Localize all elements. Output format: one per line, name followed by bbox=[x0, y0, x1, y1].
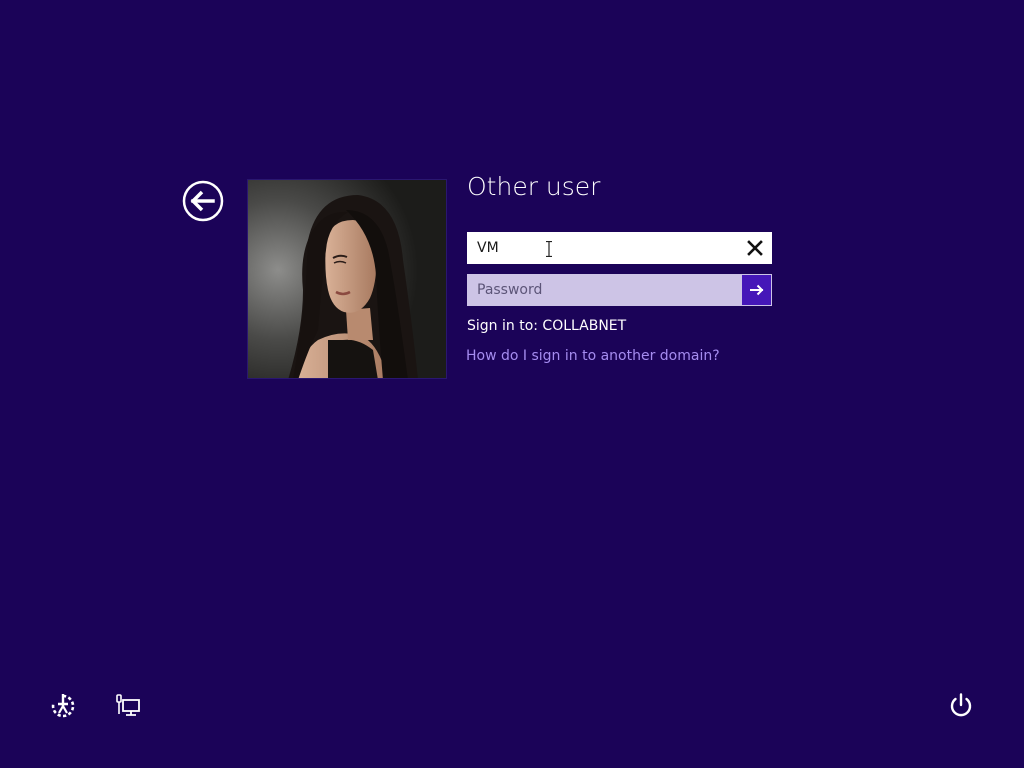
user-avatar bbox=[247, 179, 447, 379]
user-photo bbox=[248, 180, 446, 378]
ease-of-access-button[interactable] bbox=[49, 692, 77, 720]
network-icon bbox=[116, 694, 140, 716]
submit-button[interactable] bbox=[741, 275, 771, 305]
lock-screen: Other user VM Password Sign in to: COLLA… bbox=[0, 0, 1024, 768]
network-button[interactable] bbox=[114, 692, 142, 720]
password-field[interactable]: Password bbox=[467, 274, 772, 306]
domain-help-link[interactable]: How do I sign in to another domain? bbox=[466, 348, 720, 364]
clear-username-button[interactable] bbox=[739, 233, 771, 263]
password-input[interactable]: Password bbox=[477, 275, 542, 305]
back-arrow-icon bbox=[182, 180, 224, 222]
arrow-right-icon bbox=[750, 284, 764, 296]
username-field[interactable]: VM bbox=[467, 232, 772, 264]
power-icon bbox=[950, 693, 972, 717]
username-input[interactable]: VM bbox=[477, 233, 499, 263]
i-beam-cursor-icon bbox=[546, 241, 552, 257]
sign-in-domain-text: Sign in to: COLLABNET bbox=[467, 318, 627, 334]
ease-of-access-icon bbox=[51, 694, 75, 718]
close-icon bbox=[747, 240, 763, 256]
back-button[interactable] bbox=[182, 180, 224, 222]
power-button[interactable] bbox=[947, 691, 975, 719]
user-title: Other user bbox=[467, 172, 601, 201]
